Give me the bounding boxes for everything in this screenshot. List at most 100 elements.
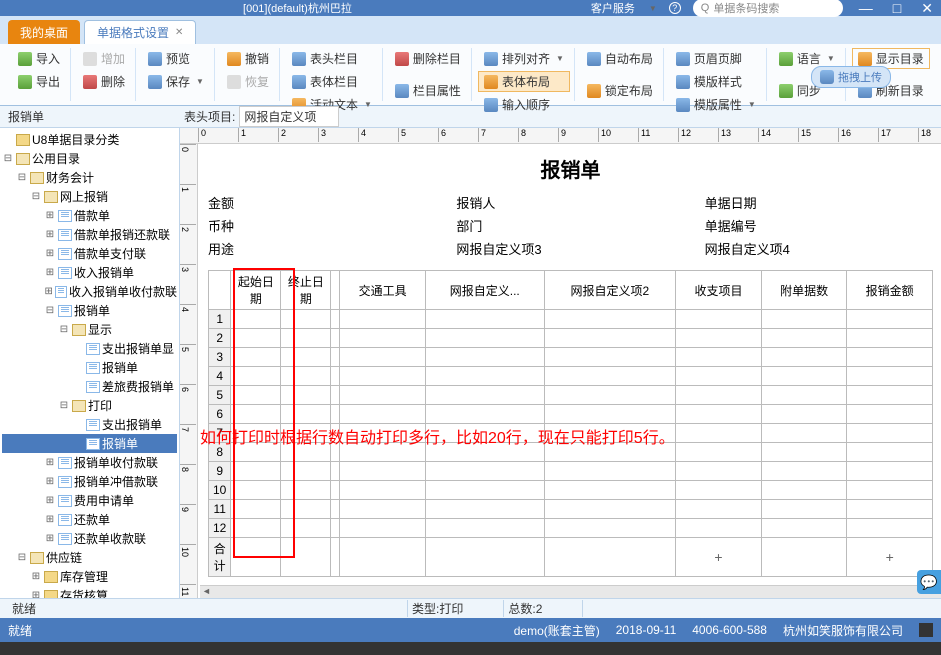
cell[interactable] (231, 405, 281, 424)
del-col-button[interactable]: 删除栏目 (389, 48, 467, 69)
col-header[interactable]: 起始日期 (231, 271, 281, 310)
cell[interactable] (281, 386, 331, 405)
cell[interactable] (676, 367, 762, 386)
cell[interactable] (847, 443, 933, 462)
cell[interactable] (340, 519, 426, 538)
field-dept[interactable]: 部门 (456, 216, 684, 235)
cell[interactable] (761, 367, 847, 386)
footer-cell[interactable]: + (676, 538, 762, 577)
header-footer-button[interactable]: 页眉页脚 (670, 48, 762, 69)
auto-layout-button[interactable]: 自动布局 (581, 48, 659, 69)
cell[interactable] (761, 405, 847, 424)
cell[interactable] (281, 329, 331, 348)
cell[interactable] (281, 481, 331, 500)
cell[interactable] (847, 424, 933, 443)
tab-form-settings[interactable]: 单据格式设置✕ (84, 20, 196, 44)
cell[interactable] (544, 519, 676, 538)
cell[interactable] (847, 386, 933, 405)
cell[interactable] (847, 367, 933, 386)
align-button[interactable]: 排列对齐▼ (478, 48, 570, 69)
cell[interactable] (544, 367, 676, 386)
cell[interactable] (340, 405, 426, 424)
cell[interactable] (544, 462, 676, 481)
field-purpose[interactable]: 用途 (208, 239, 436, 258)
tree-toggle[interactable]: ⊞ (44, 248, 56, 259)
cell[interactable] (231, 481, 281, 500)
tree-toggle[interactable]: ⊞ (44, 476, 56, 487)
col-header[interactable]: 网报自定义... (425, 271, 544, 310)
tree-toggle[interactable]: ⊟ (30, 191, 42, 202)
cell[interactable] (425, 329, 544, 348)
cell[interactable] (231, 348, 281, 367)
cell[interactable] (761, 348, 847, 367)
footer-cell[interactable] (761, 538, 847, 577)
cell[interactable] (331, 310, 340, 329)
footer-cell[interactable] (331, 538, 340, 577)
tree-item[interactable]: ⊟财务会计 (2, 168, 177, 187)
tree-item[interactable]: 支出报销单 (2, 415, 177, 434)
template-prop-button[interactable]: 模版属性▼ (670, 94, 762, 115)
cell[interactable] (544, 481, 676, 500)
cell[interactable] (544, 405, 676, 424)
tree-toggle[interactable]: ⊞ (44, 286, 53, 297)
cell[interactable] (340, 348, 426, 367)
cell[interactable] (340, 500, 426, 519)
tree-item[interactable]: ⊞报销单冲借款联 (2, 472, 177, 491)
layout-button[interactable]: 表体布局 (478, 71, 570, 92)
cell[interactable] (425, 405, 544, 424)
divider-mid-field[interactable]: 网报自定义项 (239, 106, 339, 127)
cell[interactable] (331, 386, 340, 405)
tree-item[interactable]: ⊞借款单支付联 (2, 244, 177, 263)
field-amount[interactable]: 金额 (208, 193, 436, 212)
cell[interactable] (331, 329, 340, 348)
field-date[interactable]: 单据日期 (705, 193, 933, 212)
cell[interactable] (231, 500, 281, 519)
help-icon[interactable]: ? (669, 2, 681, 14)
cell[interactable] (676, 481, 762, 500)
cell[interactable] (425, 500, 544, 519)
cell[interactable] (425, 386, 544, 405)
footer-cell[interactable] (281, 538, 331, 577)
cell[interactable] (676, 386, 762, 405)
add-button[interactable]: 增加 (77, 48, 131, 69)
tree-item[interactable]: 差旅费报销单 (2, 377, 177, 396)
cell[interactable] (761, 310, 847, 329)
cell[interactable] (281, 500, 331, 519)
tree-item[interactable]: ⊟显示 (2, 320, 177, 339)
cell[interactable] (847, 310, 933, 329)
tree-toggle[interactable]: ⊞ (44, 495, 56, 506)
cell[interactable] (676, 310, 762, 329)
tree-toggle[interactable]: ⊟ (58, 400, 70, 411)
cell[interactable] (761, 462, 847, 481)
close-button[interactable]: ✕ (921, 0, 933, 17)
cell[interactable] (281, 310, 331, 329)
tree-toggle[interactable]: ⊞ (44, 267, 56, 278)
tree-toggle[interactable]: ⊞ (30, 590, 42, 598)
drag-upload-badge[interactable]: 拖拽上传 (811, 66, 891, 88)
tree-toggle[interactable]: ⊞ (44, 514, 56, 525)
cell[interactable] (281, 367, 331, 386)
tree-item[interactable]: ⊞借款单报销还款联 (2, 225, 177, 244)
cell[interactable] (425, 519, 544, 538)
cell[interactable] (544, 348, 676, 367)
cell[interactable] (340, 386, 426, 405)
col-prop-button[interactable]: 栏目属性 (389, 80, 467, 101)
cell[interactable] (847, 329, 933, 348)
tree-item[interactable]: ⊟网上报销 (2, 187, 177, 206)
cell[interactable] (340, 329, 426, 348)
cell[interactable] (281, 519, 331, 538)
cell[interactable] (425, 348, 544, 367)
canvas-area[interactable]: 012345678910111213141516171819 012345678… (180, 128, 941, 598)
cell[interactable] (331, 462, 340, 481)
col-header[interactable]: 交通工具 (340, 271, 426, 310)
undo-button[interactable]: 撤销 (221, 48, 275, 69)
cell[interactable] (847, 481, 933, 500)
col-header[interactable]: 收支项目 (676, 271, 762, 310)
col-header[interactable] (331, 271, 340, 310)
cell[interactable] (340, 481, 426, 500)
cell[interactable] (331, 367, 340, 386)
tree-toggle[interactable]: ⊟ (16, 552, 28, 563)
tree-item[interactable]: ⊞收入报销单收付款联 (2, 282, 177, 301)
tree-toggle[interactable]: ⊞ (30, 571, 42, 582)
cell[interactable] (544, 329, 676, 348)
